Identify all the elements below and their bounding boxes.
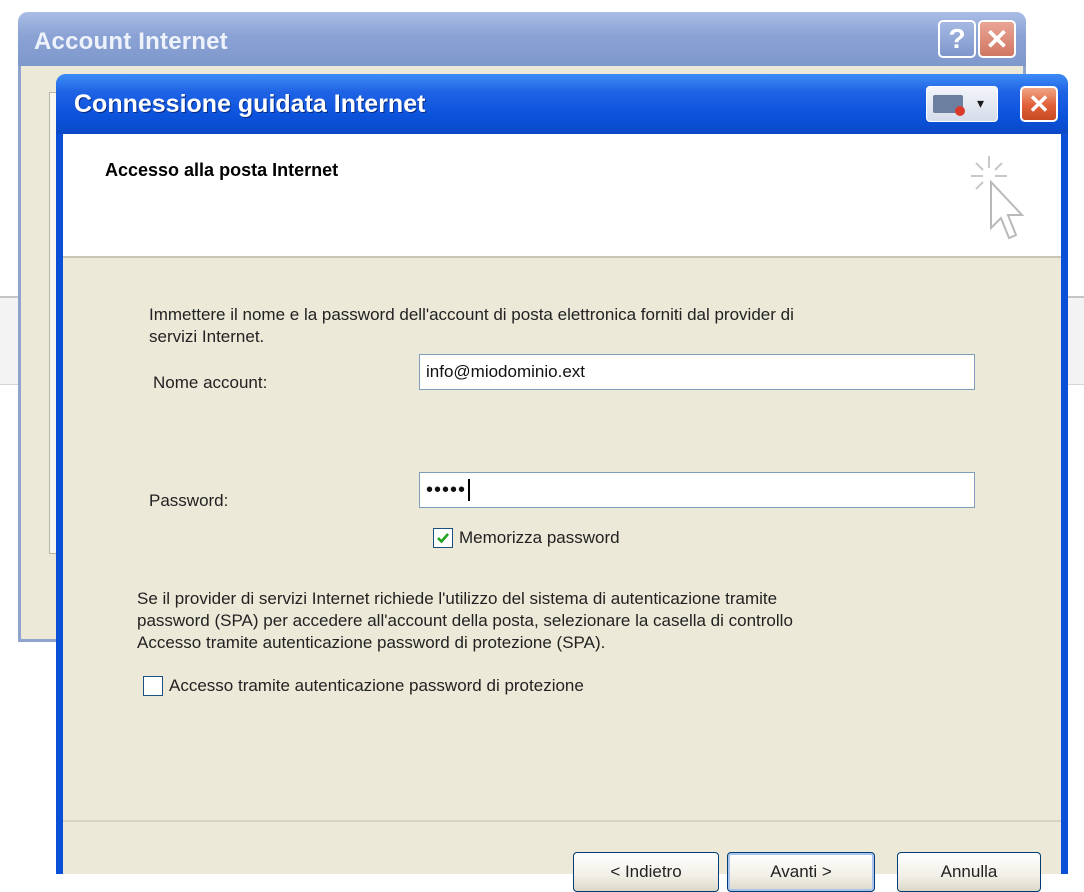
wizard-close-button[interactable]: ✕	[1020, 86, 1058, 122]
wizard-body: Accesso alla posta Internet Immettere il…	[63, 134, 1061, 892]
background-strip-left	[0, 296, 20, 385]
close-icon: ✕	[985, 23, 1009, 55]
password-input[interactable]: •••••	[419, 472, 975, 508]
spa-text-line1: Se il provider di servizi Internet richi…	[137, 589, 778, 608]
account-name-input[interactable]: info@miodominio.ext	[419, 354, 975, 390]
intro-text-line2: servizi Internet.	[149, 327, 265, 346]
window-menu-button[interactable]: ▾	[926, 86, 998, 122]
wizard-titlebar[interactable]: Connessione guidata Internet ▾ ✕	[56, 74, 1068, 134]
remember-password-label: Memorizza password	[459, 528, 620, 547]
help-button[interactable]: ?	[938, 20, 976, 58]
checkmark-icon	[437, 533, 449, 544]
help-icon: ?	[948, 23, 966, 54]
wizard-header: Accesso alla posta Internet	[63, 134, 1061, 258]
cursor-sparkle-icon	[971, 156, 1025, 240]
spa-checkbox[interactable]	[143, 676, 163, 696]
window-menu-icon	[933, 95, 965, 116]
spa-text-line2: password (SPA) per accedere all'account …	[137, 611, 793, 630]
password-value: •••••	[426, 478, 467, 501]
intro-text-line1: Immettere il nome e la password dell'acc…	[149, 305, 794, 324]
text-cursor	[468, 479, 471, 501]
cancel-button[interactable]: Annulla	[897, 852, 1041, 892]
wizard-title: Connessione guidata Internet	[74, 90, 426, 118]
account-name-label: Nome account:	[153, 373, 268, 392]
next-button[interactable]: Avanti >	[727, 852, 875, 892]
remember-password-checkbox[interactable]	[433, 528, 453, 548]
spa-text-line3: Accesso tramite autenticazione password …	[137, 633, 606, 652]
account-internet-titlebar: Account Internet ? ✕	[18, 12, 1026, 66]
wizard-window: Connessione guidata Internet ▾ ✕ Accesso…	[56, 74, 1068, 892]
page-title: Accesso alla posta Internet	[105, 160, 339, 180]
chevron-down-icon: ▾	[977, 95, 985, 111]
close-icon: ✕	[1028, 89, 1050, 119]
spa-checkbox-label: Accesso tramite autenticazione password …	[169, 676, 584, 695]
back-button[interactable]: < Indietro	[573, 852, 719, 892]
background-close-button[interactable]: ✕	[978, 20, 1016, 58]
footer-divider	[63, 820, 1061, 822]
account-name-value: info@miodominio.ext	[426, 362, 585, 381]
password-label: Password:	[149, 491, 229, 510]
account-internet-title: Account Internet	[34, 28, 228, 55]
